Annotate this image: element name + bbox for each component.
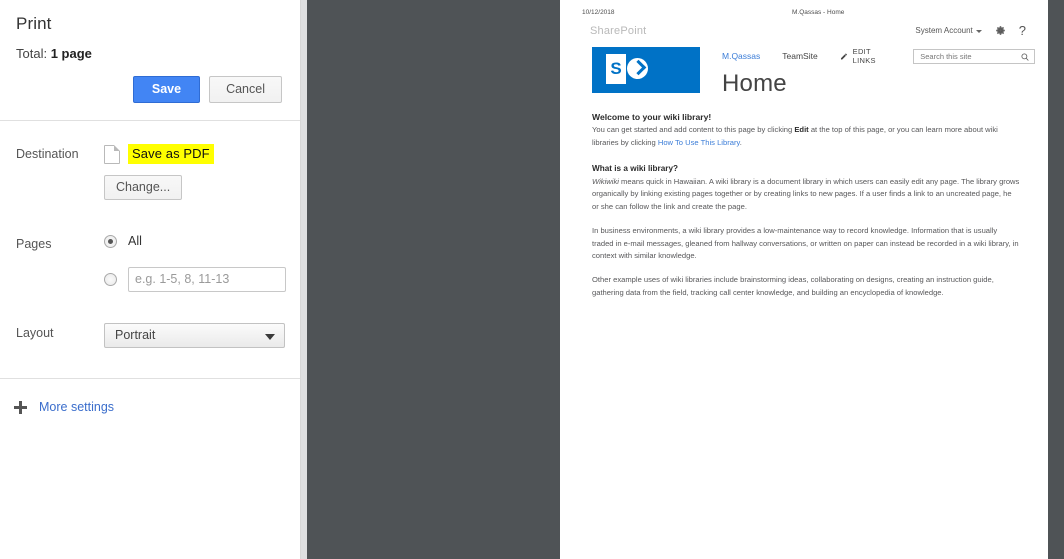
print-doc-title: M.Qassas - Home xyxy=(792,9,845,16)
search-box[interactable] xyxy=(913,48,1035,64)
print-date: 10/12/2018 xyxy=(582,9,615,16)
welcome-text-c: . xyxy=(739,137,742,147)
page-header-meta: 10/12/2018 M.Qassas - Home xyxy=(560,0,1048,16)
print-dialog: Print Total: 1 page Save Cancel Destinat… xyxy=(0,0,301,559)
nav-item-mqassas[interactable]: M.Qassas xyxy=(722,51,760,61)
help-icon[interactable]: ? xyxy=(1019,24,1026,37)
destination-row: Destination Save as PDF Change... xyxy=(0,121,300,201)
layout-selected-value: Portrait xyxy=(115,328,156,343)
edit-links-label: EDIT LINKS xyxy=(852,47,876,65)
site-header-right: M.Qassas TeamSite EDIT LINKS Search this… xyxy=(700,47,1035,98)
welcome-paragraph: You can get started and add content to t… xyxy=(592,124,1020,150)
pages-custom-row[interactable] xyxy=(104,267,300,293)
cancel-button[interactable]: Cancel xyxy=(209,76,282,104)
pages-all-label: All xyxy=(128,234,142,249)
total-value: 1 page xyxy=(50,46,92,61)
site-navigation: M.Qassas TeamSite EDIT LINKS xyxy=(722,47,1035,65)
logo-chevron-icon xyxy=(627,58,648,79)
layout-row: Layout Portrait xyxy=(0,292,300,349)
destination-value: Save as PDF xyxy=(128,144,214,165)
nav-item-teamsite[interactable]: TeamSite xyxy=(782,51,817,61)
welcome-text-a: You can get started and add content to t… xyxy=(592,125,795,134)
welcome-heading: Welcome to your wiki library! xyxy=(592,112,712,122)
edit-links-button[interactable]: EDIT LINKS xyxy=(840,47,892,65)
site-page-title: Home xyxy=(722,70,787,97)
destination-value-row: Save as PDF xyxy=(104,144,300,165)
screen-root: Print Total: 1 page Save Cancel Destinat… xyxy=(0,0,1064,559)
gear-icon[interactable] xyxy=(994,24,1007,37)
total-pages-row: Total: 1 page xyxy=(0,34,300,61)
layout-label: Layout xyxy=(16,326,54,341)
pages-row: Pages All xyxy=(0,200,300,293)
paragraph-1: Wikiwiki means quick in Hawaiian. A wiki… xyxy=(592,176,1020,214)
page-title: Print xyxy=(16,14,52,33)
pages-range-input[interactable] xyxy=(128,267,286,293)
print-preview-page: 10/12/2018 M.Qassas - Home SharePoint Sy… xyxy=(560,0,1048,559)
paragraph-2: In business environments, a wiki library… xyxy=(592,225,1019,261)
paragraph-3: Other example uses of wiki libraries inc… xyxy=(592,275,994,297)
document-icon xyxy=(104,144,120,164)
save-button[interactable]: Save xyxy=(132,76,201,104)
pages-label: Pages xyxy=(16,237,52,252)
destination-label: Destination xyxy=(16,147,79,162)
dialog-actions: Save Cancel xyxy=(0,61,300,120)
pages-all-radio[interactable] xyxy=(104,234,117,248)
sharepoint-site-header: S M.Qassas TeamSite EDIT LINKS Search th… xyxy=(560,37,1048,98)
plus-icon xyxy=(14,400,27,414)
change-destination-button[interactable]: Change... xyxy=(104,175,183,201)
paragraph-1-text: means quick in Hawaiian. A wiki library … xyxy=(592,176,1020,212)
edit-emphasis: Edit xyxy=(794,125,809,134)
sharepoint-logo: S xyxy=(592,47,700,93)
account-label: System Account xyxy=(915,26,973,35)
sharepoint-suite-bar: SharePoint System Account ? xyxy=(560,16,1048,37)
logo-letter: S xyxy=(606,54,626,84)
search-icon[interactable] xyxy=(1020,52,1030,62)
what-is-wiki-heading: What is a wiki library? xyxy=(592,163,678,173)
total-label: Total: xyxy=(16,46,48,61)
wikiwiki-emphasis: Wikiwiki xyxy=(592,176,619,186)
suite-bar-right: System Account ? xyxy=(915,24,1026,37)
layout-select[interactable]: Portrait xyxy=(104,323,285,349)
search-input[interactable] xyxy=(918,50,1031,63)
sharepoint-brand: SharePoint xyxy=(590,24,647,37)
chevron-down-icon xyxy=(975,30,982,33)
pages-custom-radio[interactable] xyxy=(104,273,117,287)
pencil-icon xyxy=(840,53,847,59)
more-settings-label: More settings xyxy=(39,400,115,415)
how-to-use-library-link[interactable]: How To Use This Library xyxy=(658,138,740,147)
chevron-down-icon xyxy=(265,334,275,341)
pages-all-row[interactable]: All xyxy=(104,234,300,248)
wiki-page-content: Welcome to your wiki library! You can ge… xyxy=(560,98,1048,300)
more-settings-toggle[interactable]: More settings xyxy=(0,379,300,414)
account-menu[interactable]: System Account xyxy=(915,26,982,35)
